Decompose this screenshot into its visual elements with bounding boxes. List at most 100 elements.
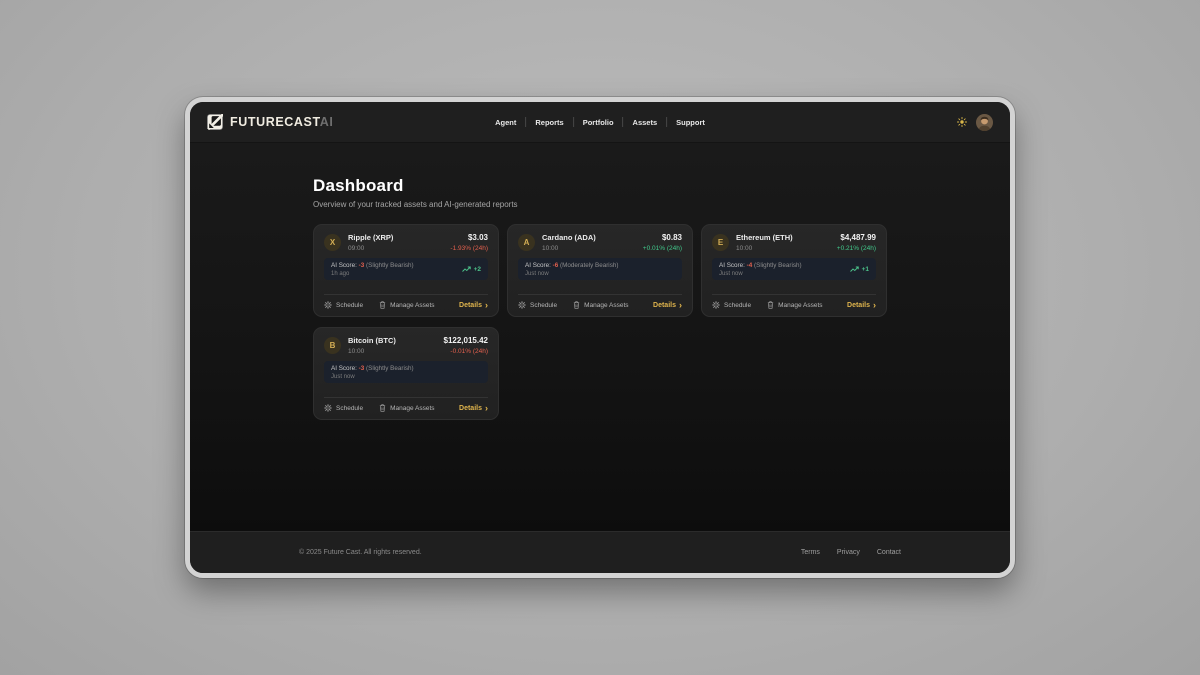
nav-item-support[interactable]: Support (676, 118, 705, 127)
ai-score-value: -3 (359, 365, 365, 372)
asset-card: X Ripple (XRP) 09:00 $3.03 -1.93% (24h) … (313, 224, 499, 317)
nav-item-agent[interactable]: Agent (495, 118, 516, 127)
manage-assets-button[interactable]: Manage Assets (379, 404, 434, 412)
manage-assets-label: Manage Assets (778, 302, 822, 309)
asset-name: Ripple (XRP) (348, 233, 393, 242)
details-label: Details (459, 405, 482, 412)
asset-card-actions: Schedule Manage Assets Details › (712, 294, 876, 309)
asset-card-header: E Ethereum (ETH) 10:00 $4,487.99 +0.21% … (712, 233, 876, 252)
ai-score-label: AI Score: (331, 262, 357, 269)
asset-price: $3.03 (450, 233, 488, 242)
ai-score-panel: AI Score: -4 (Slightly Bearish) Just now… (712, 258, 876, 281)
schedule-label: Schedule (336, 405, 363, 412)
details-label: Details (847, 302, 870, 309)
asset-change: +0.21% (24h) (837, 245, 876, 252)
asset-symbol-avatar: E (712, 234, 729, 251)
ai-score-label: AI Score: (331, 365, 357, 372)
manage-assets-label: Manage Assets (390, 302, 434, 309)
trending-up-icon (462, 266, 471, 273)
ai-sentiment: (Slightly Bearish) (366, 262, 414, 269)
manage-assets-button[interactable]: Manage Assets (379, 301, 434, 309)
trash-icon (767, 301, 774, 309)
ai-score-value: -4 (747, 262, 753, 269)
schedule-button[interactable]: Schedule (324, 301, 363, 309)
nav-separator (525, 117, 526, 127)
asset-time: 09:00 (348, 245, 393, 252)
page-subtitle: Overview of your tracked assets and AI-g… (313, 200, 887, 209)
page-footer: © 2025 Future Cast. All rights reserved.… (190, 531, 1010, 573)
manage-assets-button[interactable]: Manage Assets (767, 301, 822, 309)
schedule-button[interactable]: Schedule (324, 404, 363, 412)
trash-icon (379, 404, 386, 412)
ai-score-value: -3 (359, 262, 365, 269)
footer-link-terms[interactable]: Terms (801, 549, 820, 556)
nav-separator (666, 117, 667, 127)
schedule-button[interactable]: Schedule (712, 301, 751, 309)
gear-icon (324, 301, 332, 309)
asset-time: 10:00 (736, 245, 793, 252)
gear-icon (518, 301, 526, 309)
footer-link-contact[interactable]: Contact (877, 549, 901, 556)
asset-card-header: A Cardano (ADA) 10:00 $0.83 +0.01% (24h) (518, 233, 682, 252)
app-window-inner: FUTURECASTAI Agent Reports Portfolio Ass… (190, 102, 1010, 573)
gear-icon (324, 404, 332, 412)
ai-score-panel: AI Score: -3 (Slightly Bearish) 1h ago +… (324, 258, 488, 281)
ai-sentiment: (Slightly Bearish) (754, 262, 802, 269)
nav-item-reports[interactable]: Reports (535, 118, 563, 127)
asset-name: Bitcoin (BTC) (348, 336, 396, 345)
ai-updated-time: Just now (719, 271, 802, 277)
details-button[interactable]: Details › (653, 302, 682, 309)
nav-item-portfolio[interactable]: Portfolio (583, 118, 614, 127)
gear-icon (712, 301, 720, 309)
asset-time: 10:00 (542, 245, 596, 252)
asset-card-actions: Schedule Manage Assets Details › (518, 294, 682, 309)
schedule-button[interactable]: Schedule (518, 301, 557, 309)
ai-score-value: -6 (553, 262, 559, 269)
asset-name: Ethereum (ETH) (736, 233, 793, 242)
asset-card-actions: Schedule Manage Assets Details › (324, 294, 488, 309)
main-nav: Agent Reports Portfolio Assets Support (495, 117, 705, 127)
app-window: FUTURECASTAI Agent Reports Portfolio Ass… (185, 97, 1015, 578)
manage-assets-label: Manage Assets (390, 405, 434, 412)
asset-name: Cardano (ADA) (542, 233, 596, 242)
trend-badge: +2 (462, 266, 481, 273)
nav-item-assets[interactable]: Assets (633, 118, 658, 127)
copyright-text: © 2025 Future Cast. All rights reserved. (299, 549, 422, 556)
details-button[interactable]: Details › (847, 302, 876, 309)
chevron-right-icon: › (485, 302, 488, 308)
ai-score-panel: AI Score: -3 (Slightly Bearish) Just now (324, 361, 488, 384)
asset-price: $0.83 (643, 233, 682, 242)
asset-change: -0.01% (24h) (444, 348, 489, 355)
trending-up-icon (850, 266, 859, 273)
footer-link-privacy[interactable]: Privacy (837, 549, 860, 556)
asset-card-header: X Ripple (XRP) 09:00 $3.03 -1.93% (24h) (324, 233, 488, 252)
details-label: Details (653, 302, 676, 309)
details-button[interactable]: Details › (459, 302, 488, 309)
ai-updated-time: 1h ago (331, 271, 414, 277)
chevron-right-icon: › (873, 302, 876, 308)
asset-symbol-avatar: X (324, 234, 341, 251)
topbar-right-controls (957, 114, 993, 131)
futurecast-logo-icon (207, 114, 223, 130)
trash-icon (379, 301, 386, 309)
user-avatar[interactable] (976, 114, 993, 131)
trend-value: +1 (862, 266, 869, 273)
theme-toggle-sun-icon[interactable] (957, 117, 967, 127)
manage-assets-button[interactable]: Manage Assets (573, 301, 628, 309)
details-button[interactable]: Details › (459, 405, 488, 412)
schedule-label: Schedule (724, 302, 751, 309)
trend-badge: +1 (850, 266, 869, 273)
brand-logo[interactable]: FUTURECASTAI (207, 114, 334, 130)
asset-price: $4,487.99 (837, 233, 876, 242)
top-navbar: FUTURECASTAI Agent Reports Portfolio Ass… (190, 102, 1010, 143)
manage-assets-label: Manage Assets (584, 302, 628, 309)
schedule-label: Schedule (336, 302, 363, 309)
asset-card: E Ethereum (ETH) 10:00 $4,487.99 +0.21% … (701, 224, 887, 317)
ai-sentiment: (Moderately Bearish) (560, 262, 618, 269)
ai-score-label: AI Score: (719, 262, 745, 269)
asset-symbol-avatar: A (518, 234, 535, 251)
asset-change: -1.93% (24h) (450, 245, 488, 252)
brand-name: FUTURECASTAI (230, 115, 334, 129)
ai-score-label: AI Score: (525, 262, 551, 269)
page-title: Dashboard (313, 176, 887, 196)
